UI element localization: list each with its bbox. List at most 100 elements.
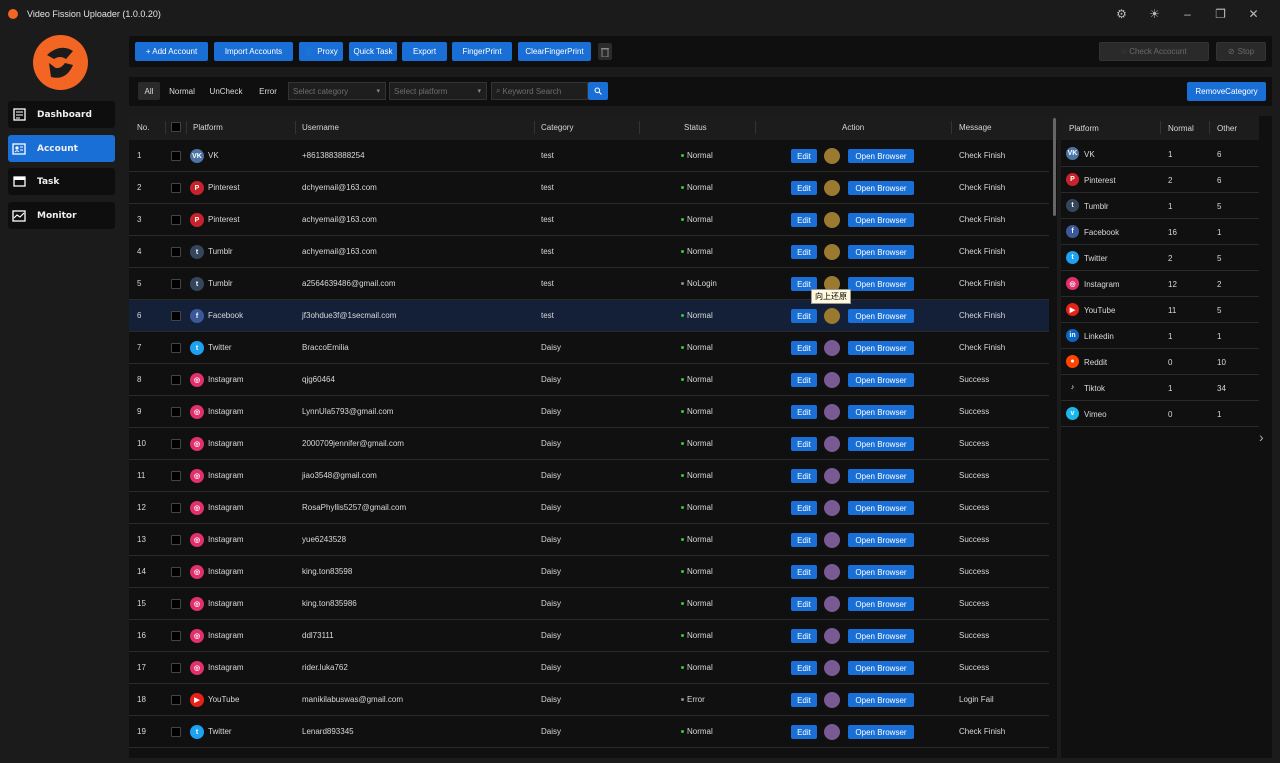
row-checkbox[interactable] [171,279,181,289]
settings-gear-icon[interactable]: ⚙ [1105,0,1138,28]
open-browser-button[interactable]: Open Browser [848,245,914,259]
row-checkbox[interactable] [171,631,181,641]
edit-button[interactable]: Edit [791,501,817,515]
fingerprint-circle-icon[interactable] [824,372,840,388]
select-all-checkbox[interactable] [171,122,181,132]
table-row[interactable]: 12 ◎ Instagram RosaPhyllis5257@gmail.com Dai… [129,492,1049,524]
fingerprint-circle-icon[interactable] [824,692,840,708]
open-browser-button[interactable]: Open Browser [848,309,914,323]
edit-button[interactable]: Edit [791,149,817,163]
fingerprint-circle-icon[interactable] [824,532,840,548]
edit-button[interactable]: Edit [791,373,817,387]
fingerprint-circle-icon[interactable] [824,308,840,324]
table-row[interactable]: 4 t Tumblr achyemail@163.com test Normal Edit O… [129,236,1049,268]
add-account-button[interactable]: + Add Account [135,42,208,61]
fingerprint-circle-icon[interactable] [824,180,840,196]
check-account-button[interactable]: ◌ Check Accocunt [1099,42,1209,61]
open-browser-button[interactable]: Open Browser [848,565,914,579]
fingerprint-circle-icon[interactable] [824,500,840,516]
open-browser-button[interactable]: Open Browser [848,149,914,163]
proxy-button[interactable]: 👤 Proxy [299,42,343,61]
minimize-button[interactable]: – [1171,0,1204,28]
open-browser-button[interactable]: Open Browser [848,661,914,675]
open-browser-button[interactable]: Open Browser [848,181,914,195]
edit-button[interactable]: Edit [791,405,817,419]
edit-button[interactable]: Edit [791,181,817,195]
edit-button[interactable]: Edit [791,693,817,707]
table-row[interactable]: 14 ◎ Instagram king.ton83598 Daisy Normal Edit… [129,556,1049,588]
open-browser-button[interactable]: Open Browser [848,469,914,483]
open-browser-button[interactable]: Open Browser [848,405,914,419]
row-checkbox[interactable] [171,439,181,449]
open-browser-button[interactable]: Open Browser [848,501,914,515]
category-select[interactable]: Select category ▾ [288,82,386,100]
row-checkbox[interactable] [171,407,181,417]
row-checkbox[interactable] [171,567,181,577]
open-browser-button[interactable]: Open Browser [848,725,914,739]
open-browser-button[interactable]: Open Browser [848,277,914,291]
edit-button[interactable]: Edit [791,597,817,611]
keyword-search-input[interactable]: ⌕ Keyword Search [491,82,588,100]
table-row[interactable]: 6 f Facebook jf3ohdue3f@1secmail.com test Nor… [129,300,1049,332]
fingerprint-circle-icon[interactable] [824,628,840,644]
table-scrollbar[interactable] [1053,118,1056,216]
table-row[interactable]: 18 ▶ YouTube manikilabuswas@gmail.com Daisy E… [129,684,1049,716]
row-checkbox[interactable] [171,343,181,353]
fingerprint-circle-icon[interactable] [824,564,840,580]
open-browser-button[interactable]: Open Browser [848,437,914,451]
fingerprint-circle-icon[interactable] [824,724,840,740]
row-checkbox[interactable] [171,183,181,193]
search-button[interactable] [588,82,608,100]
row-checkbox[interactable] [171,727,181,737]
fingerprint-circle-icon[interactable] [824,148,840,164]
export-button[interactable]: Export [402,42,447,61]
filter-tab-all[interactable]: All [138,82,160,100]
edit-button[interactable]: Edit [791,565,817,579]
edit-button[interactable]: Edit [791,341,817,355]
edit-button[interactable]: Edit [791,533,817,547]
delete-trash-icon[interactable] [598,43,612,60]
table-row[interactable]: 15 ◎ Instagram king.ton835986 Daisy Normal Edi… [129,588,1049,620]
row-checkbox[interactable] [171,663,181,673]
edit-button[interactable]: Edit [791,661,817,675]
table-row[interactable]: 8 ◎ Instagram qjg60464 Daisy Normal Edit Open B… [129,364,1049,396]
table-row[interactable]: 5 t Tumblr a2564639486@gmail.com test NoLogin… [129,268,1049,300]
sidebar-item-task[interactable]: Task [8,168,115,195]
open-browser-button[interactable]: Open Browser [848,533,914,547]
fingerprint-button[interactable]: FingerPrint [452,42,512,61]
table-row[interactable]: 17 ◎ Instagram rider.luka762 Daisy Normal Edit… [129,652,1049,684]
row-checkbox[interactable] [171,599,181,609]
edit-button[interactable]: Edit [791,245,817,259]
row-checkbox[interactable] [171,311,181,321]
quick-task-button[interactable]: Quick Task [349,42,397,61]
table-row[interactable]: 3 P Pinterest achyemail@163.com test Normal Ed… [129,204,1049,236]
fingerprint-circle-icon[interactable] [824,212,840,228]
fingerprint-circle-icon[interactable] [824,340,840,356]
remove-category-button[interactable]: RemoveCategory [1187,82,1266,101]
sidebar-item-account[interactable]: Account [8,135,115,162]
theme-sun-icon[interactable]: ☀ [1138,0,1171,28]
filter-tab-normal[interactable]: Normal [165,82,199,100]
fingerprint-circle-icon[interactable] [824,244,840,260]
fingerprint-circle-icon[interactable] [824,436,840,452]
open-browser-button[interactable]: Open Browser [848,693,914,707]
sidebar-item-monitor[interactable]: Monitor [8,202,115,229]
fingerprint-circle-icon[interactable] [824,596,840,612]
close-button[interactable]: ✕ [1237,0,1270,28]
edit-button[interactable]: Edit [791,213,817,227]
fingerprint-circle-icon[interactable] [824,660,840,676]
edit-button[interactable]: Edit [791,725,817,739]
clear-fingerprint-button[interactable]: ClearFingerPrint [518,42,591,61]
edit-button[interactable]: Edit [791,437,817,451]
row-checkbox[interactable] [171,695,181,705]
table-row[interactable]: 9 ◎ Instagram LynnUla5793@gmail.com Daisy Nor… [129,396,1049,428]
row-checkbox[interactable] [171,503,181,513]
fingerprint-circle-icon[interactable] [824,404,840,420]
row-checkbox[interactable] [171,215,181,225]
sidebar-item-dashboard[interactable]: Dashboard [8,101,115,128]
row-checkbox[interactable] [171,471,181,481]
table-row[interactable]: 11 ◎ Instagram jiao3548@gmail.com Daisy Norma… [129,460,1049,492]
edit-button[interactable]: Edit [791,469,817,483]
table-row[interactable]: 10 ◎ Instagram 2000709jennifer@gmail.com Dai… [129,428,1049,460]
import-accounts-button[interactable]: Import Accounts [214,42,293,61]
